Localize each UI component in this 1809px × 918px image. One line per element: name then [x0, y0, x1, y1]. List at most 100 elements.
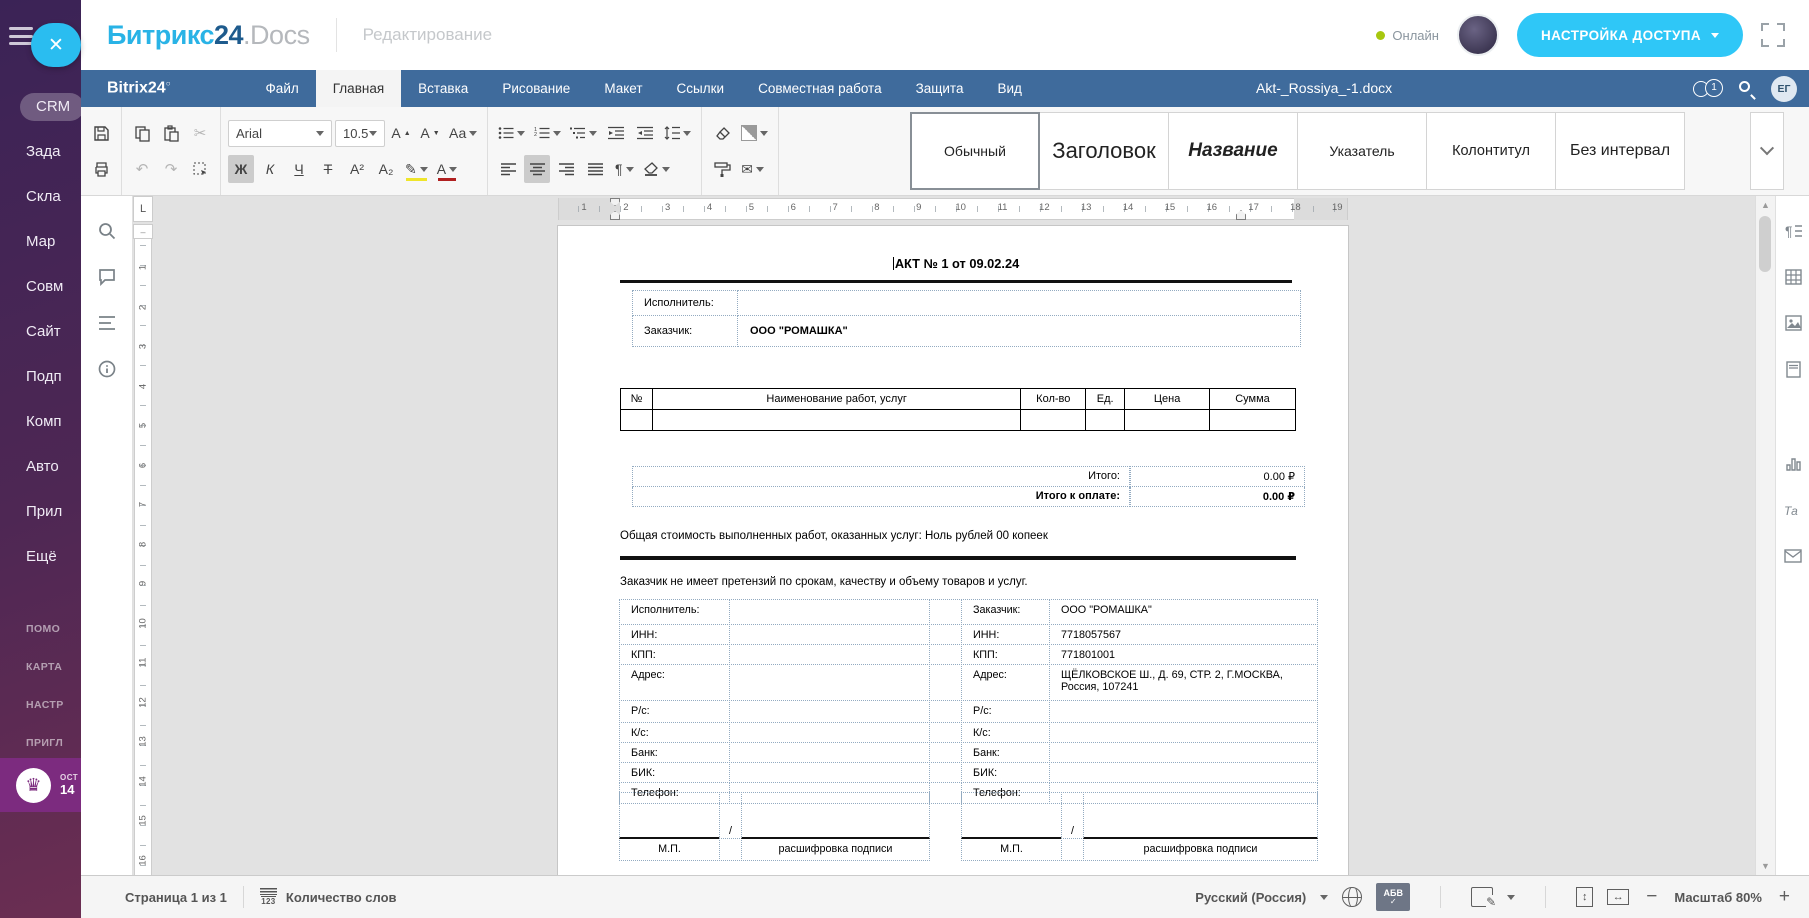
underline-button[interactable]: Ч — [286, 155, 312, 183]
increase-indent-button[interactable] — [632, 119, 658, 147]
sidebar-footer-item-3[interactable]: ПРИГЛ — [0, 724, 81, 762]
fullscreen-icon[interactable] — [1761, 23, 1785, 47]
tab-7[interactable]: Защита — [899, 70, 981, 107]
sidebar-item-4[interactable]: Совм — [0, 264, 81, 309]
tab-3[interactable]: Рисование — [485, 70, 587, 107]
sidebar-item-10[interactable]: Ещё — [0, 534, 81, 579]
party-value[interactable]: ООО "РОМАШКА" — [738, 316, 1301, 347]
tab-0[interactable]: Файл — [249, 70, 316, 107]
subscript-button[interactable]: А₂ — [373, 155, 399, 183]
access-settings-button[interactable]: НАСТРОЙКА ДОСТУПА — [1517, 13, 1743, 57]
sidebar-item-1[interactable]: Зада — [0, 129, 81, 174]
fit-width-button[interactable]: ↔ — [1607, 889, 1629, 905]
strikethrough-button[interactable]: Т — [315, 155, 341, 183]
style-preset-3[interactable]: Указатель — [1297, 112, 1427, 190]
align-left-button[interactable] — [495, 155, 521, 183]
sidebar-item-3[interactable]: Мар — [0, 219, 81, 264]
scroll-up-icon[interactable]: ▲ — [1756, 200, 1775, 210]
line-spacing-button[interactable] — [661, 119, 694, 147]
party-value[interactable] — [738, 290, 1301, 316]
paragraph-marks-button[interactable]: ¶ — [611, 155, 637, 183]
items-table-cell[interactable] — [1086, 410, 1125, 431]
fit-page-button[interactable]: ↕ — [1576, 887, 1593, 907]
tab-2[interactable]: Вставка — [401, 70, 485, 107]
search-panel-icon[interactable] — [94, 218, 120, 244]
close-panel-button[interactable]: ✕ — [31, 23, 81, 67]
image-settings-icon[interactable] — [1780, 310, 1806, 336]
numbering-button[interactable]: 12 — [531, 119, 564, 147]
track-changes-icon[interactable] — [1471, 887, 1493, 907]
hamburger-menu-icon[interactable] — [9, 27, 33, 45]
sidebar-footer-item-0[interactable]: ПОМО — [0, 610, 81, 648]
align-right-button[interactable] — [553, 155, 579, 183]
save-button[interactable] — [88, 119, 114, 147]
sidebar-footer-item-2[interactable]: НАСТР — [0, 686, 81, 724]
zoom-out-button[interactable]: − — [1643, 886, 1660, 908]
style-preset-5[interactable]: Без интервал — [1555, 112, 1685, 190]
tab-5[interactable]: Ссылки — [660, 70, 742, 107]
sidebar-item-8[interactable]: Авто — [0, 444, 81, 489]
zoom-in-button[interactable]: + — [1776, 886, 1793, 908]
select-all-button[interactable] — [187, 155, 213, 183]
sidebar-item-9[interactable]: Прил — [0, 489, 81, 534]
clear-style-button[interactable] — [709, 119, 735, 147]
ruler-corner-box[interactable]: – — [133, 224, 153, 239]
tab-8[interactable]: Вид — [980, 70, 1038, 107]
sidebar-footer-item-1[interactable]: КАРТА — [0, 648, 81, 686]
decrease-font-button[interactable]: А▼ — [417, 119, 443, 147]
change-case-button[interactable]: Аа — [446, 119, 480, 147]
tab-6[interactable]: Совместная работа — [741, 70, 899, 107]
print-button[interactable] — [88, 155, 114, 183]
copy-style-button[interactable] — [709, 155, 735, 183]
trial-banner[interactable]: ♛ ОСТ 14 — [0, 758, 81, 812]
table-settings-icon[interactable] — [1780, 264, 1806, 290]
tab-4[interactable]: Макет — [587, 70, 659, 107]
font-name-select[interactable]: Arial — [228, 120, 332, 147]
font-color-button[interactable]: А — [434, 155, 460, 183]
align-center-button[interactable] — [524, 155, 550, 183]
undo-button[interactable]: ↶ — [129, 155, 155, 183]
items-table-cell[interactable] — [1210, 410, 1296, 431]
style-preset-1[interactable]: Заголовок — [1039, 112, 1169, 190]
globe-icon[interactable] — [1342, 887, 1362, 907]
italic-button[interactable]: К — [257, 155, 283, 183]
styles-gallery-more-button[interactable] — [1750, 112, 1784, 190]
sidebar-item-0[interactable]: CRM — [0, 84, 81, 129]
mail-merge-settings-icon[interactable] — [1780, 543, 1806, 569]
font-size-select[interactable]: 10.5 — [335, 120, 385, 147]
user-initials-avatar[interactable]: ЕГ — [1771, 76, 1797, 102]
items-table-cell[interactable] — [1021, 410, 1086, 431]
sidebar-item-6[interactable]: Подп — [0, 354, 81, 399]
sidebar-item-7[interactable]: Комп — [0, 399, 81, 444]
sidebar-item-5[interactable]: Сайт — [0, 309, 81, 354]
decrease-indent-button[interactable] — [603, 119, 629, 147]
navigation-panel-icon[interactable] — [94, 310, 120, 336]
items-table-cell[interactable] — [1125, 410, 1210, 431]
style-preset-4[interactable]: Колонтитул — [1426, 112, 1556, 190]
bold-button[interactable]: Ж — [228, 155, 254, 183]
collaborators-icon[interactable]: 1 — [1693, 78, 1723, 100]
chart-settings-icon[interactable] — [1780, 451, 1806, 477]
horizontal-ruler[interactable]: 12345678910111213141516171819 — [153, 196, 1755, 222]
multilevel-list-button[interactable] — [567, 119, 600, 147]
style-preset-2[interactable]: Название — [1168, 112, 1298, 190]
search-icon[interactable] — [1738, 80, 1756, 98]
items-table-cell[interactable] — [652, 410, 1020, 431]
feedback-panel-icon[interactable] — [94, 356, 120, 382]
paste-button[interactable] — [158, 119, 184, 147]
style-preset-0[interactable]: Обычный — [910, 112, 1040, 190]
cut-button[interactable]: ✂ — [187, 119, 213, 147]
paragraph-settings-icon[interactable]: ¶ — [1780, 218, 1806, 244]
document-content[interactable]: АКТ № 1 от 09.02.24 Исполнитель:Заказчик… — [558, 226, 1348, 875]
items-table-row[interactable] — [621, 410, 1296, 431]
items-table-cell[interactable] — [621, 410, 653, 431]
justify-button[interactable] — [582, 155, 608, 183]
textart-settings-icon[interactable]: Та — [1780, 497, 1806, 523]
comments-panel-icon[interactable] — [94, 264, 120, 290]
table-shading-button[interactable] — [738, 119, 771, 147]
page-number-label[interactable]: Страница 1 из 1 — [125, 890, 227, 905]
header-footer-settings-icon[interactable] — [1780, 356, 1806, 382]
mail-merge-button[interactable]: ✉ — [738, 155, 767, 183]
redo-button[interactable]: ↷ — [158, 155, 184, 183]
tab-stop-selector[interactable]: L — [133, 196, 153, 222]
